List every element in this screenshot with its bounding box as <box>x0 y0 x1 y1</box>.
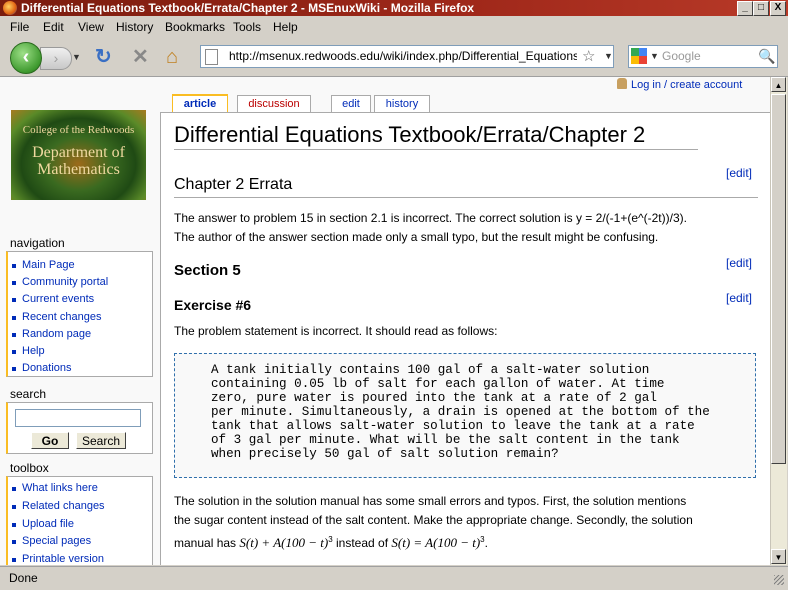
nav-main-page[interactable]: Main Page <box>12 259 75 271</box>
department-logo[interactable]: College of the Redwoods Department of Mat… <box>11 110 146 200</box>
logo-line-1: College of the Redwoods <box>22 124 135 136</box>
google-icon[interactable] <box>631 48 647 64</box>
search-button[interactable]: Search <box>76 432 126 449</box>
section-divider <box>174 197 758 198</box>
web-search-bar[interactable]: ▼ Google 🔍 <box>628 45 778 68</box>
scroll-thumb[interactable] <box>771 94 786 464</box>
status-text: Done <box>9 571 38 585</box>
math-wrong-expression: S(t) + A(100 − t) <box>239 535 329 550</box>
navigation-heading: navigation <box>10 236 65 250</box>
nav-community-portal[interactable]: Community portal <box>11 276 108 288</box>
login-label[interactable]: Log in / create account <box>631 79 742 91</box>
pre-line: per minute. Simultaneously, a drain is o… <box>211 405 710 419</box>
search-heading: search <box>10 387 47 401</box>
tool-what-links-here[interactable]: What links here <box>12 482 98 494</box>
history-dropdown-icon[interactable]: ▼ <box>72 52 81 62</box>
tab-history[interactable]: history <box>374 95 430 112</box>
home-icon[interactable]: ⌂ <box>166 47 178 67</box>
web-search-input[interactable]: Google <box>662 46 701 67</box>
edit-section-chapter2-errata[interactable]: [edit] <box>726 166 752 180</box>
window-title: Differential Equations Textbook/Errata/C… <box>21 1 475 15</box>
tool-printable-version[interactable]: Printable version <box>12 553 104 565</box>
menu-history[interactable]: History <box>116 20 153 34</box>
url-text[interactable]: http://msenux.redwoods.edu/wiki/index.ph… <box>229 46 577 67</box>
section-heading-section5: Section 5 <box>174 262 241 279</box>
page-icon <box>205 49 218 65</box>
tab-edit[interactable]: edit <box>331 95 371 112</box>
nav-recent-changes[interactable]: Recent changes <box>12 311 102 323</box>
toolbox-portlet: What links here Related changes Upload f… <box>6 476 153 565</box>
maximize-button[interactable]: □ <box>753 1 769 16</box>
reload-icon[interactable]: ↻ <box>95 47 112 67</box>
subsection-heading-exercise6: Exercise #6 <box>174 297 252 313</box>
problem-statement-box: A tank initially contains 100 gal of a s… <box>174 353 756 478</box>
page-content: Log in / create account article discussi… <box>0 77 770 565</box>
problem-statement-intro: The problem statement is incorrect. It s… <box>174 324 498 338</box>
edit-section-exercise6[interactable]: [edit] <box>726 291 752 305</box>
forward-arrow-icon: › <box>53 50 59 66</box>
menu-tools[interactable]: Tools <box>233 20 261 34</box>
tool-upload-file[interactable]: Upload file <box>12 518 74 530</box>
tab-article[interactable]: article <box>172 94 228 114</box>
solution-paragraph: The solution in the solution manual has … <box>174 494 693 550</box>
navigation-portlet: Main Page Community portal Current event… <box>6 251 153 377</box>
search-portlet: Go Search <box>6 402 153 454</box>
page-title: Differential Equations Textbook/Errata/C… <box>174 122 646 147</box>
scroll-down-icon[interactable]: ▼ <box>771 549 786 564</box>
menu-help[interactable]: Help <box>273 20 298 34</box>
title-divider <box>174 149 698 150</box>
vertical-scrollbar[interactable]: ▲ ▼ <box>770 77 787 565</box>
user-icon <box>617 78 627 89</box>
login-link[interactable]: Log in / create account <box>617 78 742 91</box>
nav-current-events[interactable]: Current events <box>11 293 94 305</box>
search-magnifier-icon[interactable]: 🔍 <box>758 46 775 67</box>
menu-edit[interactable]: Edit <box>43 20 64 34</box>
window-title-bar: Differential Equations Textbook/Errata/C… <box>0 0 788 16</box>
menu-bookmarks[interactable]: Bookmarks <box>165 20 225 34</box>
toolbox-heading: toolbox <box>10 461 49 475</box>
pre-line: A tank initially contains 100 gal of a s… <box>211 363 650 377</box>
url-bar[interactable]: http://msenux.redwoods.edu/wiki/index.ph… <box>200 45 614 68</box>
scroll-up-icon[interactable]: ▲ <box>771 77 786 92</box>
firefox-icon <box>3 1 17 15</box>
bookmark-star-icon[interactable]: ☆ <box>582 46 595 67</box>
tool-related-changes[interactable]: Related changes <box>12 500 105 512</box>
url-dropdown-icon[interactable]: ▼ <box>604 46 613 67</box>
tab-discussion[interactable]: discussion <box>237 95 311 112</box>
logo-line-2: Department of Mathematics <box>32 144 125 178</box>
close-button[interactable]: X <box>770 1 786 16</box>
nav-donations[interactable]: Donations <box>12 362 72 374</box>
pre-line: zero, pure water is poured into the tank… <box>211 391 657 405</box>
pre-line: tank that allows salt-water solution to … <box>211 419 695 433</box>
pre-line: when precisely 50 gal of salt solution r… <box>211 447 559 461</box>
forward-button[interactable]: › <box>40 47 72 70</box>
edit-section-section5[interactable]: [edit] <box>726 256 752 270</box>
back-arrow-icon: ‹ <box>22 46 30 68</box>
stop-icon[interactable]: ✕ <box>132 47 149 67</box>
errata-paragraph: The answer to problem 15 in section 2.1 … <box>174 211 687 244</box>
back-button[interactable]: ‹ <box>10 42 42 74</box>
nav-help[interactable]: Help <box>12 345 45 357</box>
go-button[interactable]: Go <box>31 432 69 449</box>
menu-file[interactable]: File <box>10 20 29 34</box>
menu-view[interactable]: View <box>78 20 104 34</box>
menu-bar: File Edit View History Bookmarks Tools H… <box>0 17 788 37</box>
pre-line: containing 0.05 lb of salt for each gall… <box>211 377 665 391</box>
pre-line: of 3 gal per minute. What will be the sa… <box>211 433 680 447</box>
search-engine-dropdown-icon[interactable]: ▼ <box>650 46 659 67</box>
resize-grip-icon[interactable] <box>774 575 784 585</box>
section-heading-chapter2-errata: Chapter 2 Errata <box>174 176 293 193</box>
article-body: Differential Equations Textbook/Errata/C… <box>160 112 770 565</box>
status-bar: Done <box>0 566 788 590</box>
nav-random-page[interactable]: Random page <box>11 328 91 340</box>
minimize-button[interactable]: _ <box>737 1 753 16</box>
tool-special-pages[interactable]: Special pages <box>11 535 91 547</box>
wiki-search-input[interactable] <box>15 409 141 427</box>
math-correct-expression: S(t) = A(100 − t) <box>391 535 481 550</box>
navigation-toolbar: › ‹ ▼ ↻ ✕ ⌂ http://msenux.redwoods.edu/w… <box>0 38 788 77</box>
